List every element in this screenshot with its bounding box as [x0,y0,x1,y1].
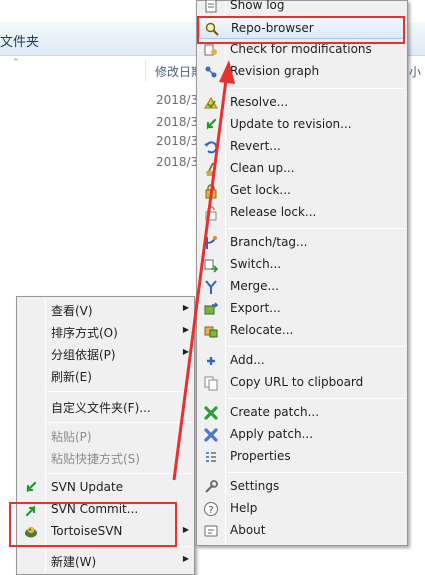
annotation-arrow [172,60,235,481]
